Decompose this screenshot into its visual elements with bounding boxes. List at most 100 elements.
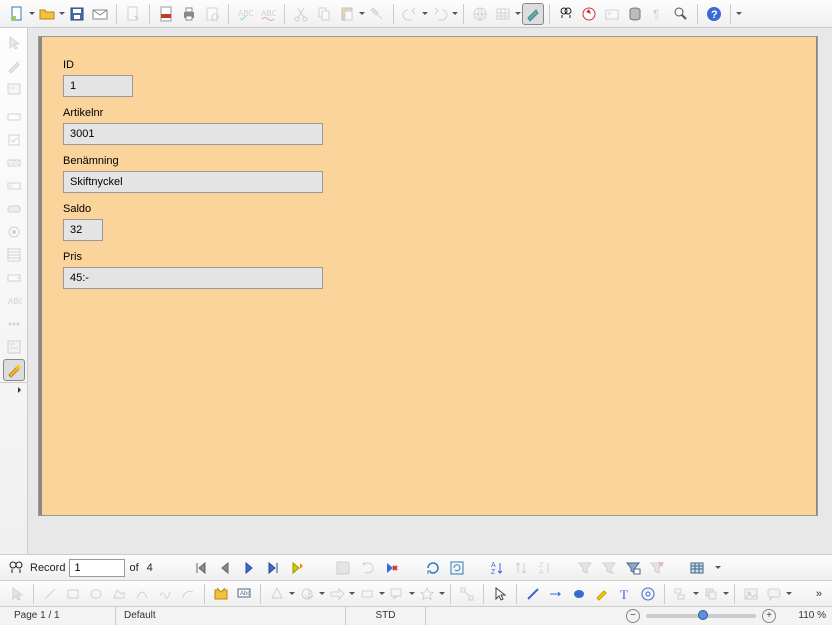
save-record-button[interactable] <box>333 558 353 578</box>
record-number-input[interactable] <box>69 559 125 577</box>
new-doc-button[interactable] <box>6 3 28 25</box>
preview-button[interactable] <box>201 3 223 25</box>
data-sources-button[interactable] <box>624 3 646 25</box>
new-record-button[interactable] <box>287 558 307 578</box>
hyperlink-button[interactable] <box>469 3 491 25</box>
side-toolbar-expand[interactable] <box>0 382 28 396</box>
record-bar-overflow[interactable] <box>715 557 721 579</box>
basic-shapes-dropdown[interactable] <box>289 583 295 605</box>
block-arrows-dropdown[interactable] <box>349 583 355 605</box>
first-record-button[interactable] <box>191 558 211 578</box>
edit-doc-button[interactable] <box>122 3 144 25</box>
label-field-tool[interactable]: ABC <box>3 290 25 312</box>
points-tool[interactable] <box>456 583 478 605</box>
table-dropdown[interactable] <box>515 3 521 25</box>
draw-line-tool[interactable] <box>39 583 61 605</box>
open-dropdown[interactable] <box>59 3 65 25</box>
combobox-tool[interactable] <box>3 267 25 289</box>
print-button[interactable] <box>178 3 200 25</box>
stars-dropdown[interactable] <box>439 583 445 605</box>
insert-image-tool[interactable] <box>740 583 762 605</box>
highlighting-tool[interactable] <box>591 583 613 605</box>
draw-text-tool[interactable] <box>210 583 232 605</box>
line-color-tool[interactable] <box>522 583 544 605</box>
label-tool[interactable] <box>3 106 25 128</box>
help-button[interactable]: ? <box>703 3 725 25</box>
sort-button[interactable] <box>511 558 531 578</box>
status-mode[interactable]: STD <box>346 607 426 625</box>
draw-arc-tool[interactable] <box>177 583 199 605</box>
status-style[interactable]: Default <box>116 607 346 625</box>
refresh-control-button[interactable] <box>447 558 467 578</box>
save-button[interactable] <box>66 3 88 25</box>
undo-button[interactable] <box>399 3 421 25</box>
arrow-style-tool[interactable] <box>545 583 567 605</box>
sort-desc-button[interactable]: ZA <box>535 558 555 578</box>
flowchart-tool[interactable] <box>356 583 378 605</box>
gallery-button[interactable] <box>601 3 623 25</box>
field-artikelnr[interactable]: 3001 <box>63 123 323 145</box>
design-mode-button[interactable] <box>522 3 544 25</box>
open-button[interactable] <box>36 3 58 25</box>
copy-button[interactable] <box>313 3 335 25</box>
pushbutton-tool[interactable] <box>3 198 25 220</box>
redo-button[interactable] <box>429 3 451 25</box>
stars-tool[interactable] <box>416 583 438 605</box>
cut-button[interactable] <box>290 3 312 25</box>
callouts-dropdown[interactable] <box>409 583 415 605</box>
zoom-button[interactable] <box>670 3 692 25</box>
form-filter-button[interactable] <box>623 558 643 578</box>
last-record-button[interactable] <box>263 558 283 578</box>
align-dropdown[interactable] <box>693 583 699 605</box>
nonprinting-button[interactable]: ¶ <box>647 3 669 25</box>
zoom-slider-track[interactable] <box>646 614 756 618</box>
spellcheck-button[interactable]: ABC <box>234 3 256 25</box>
draw-select2-tool[interactable] <box>489 583 511 605</box>
redo-dropdown[interactable] <box>452 3 458 25</box>
format-paintbrush-button[interactable] <box>366 3 388 25</box>
insert-comment-tool[interactable] <box>763 583 785 605</box>
draw-polygon-tool[interactable] <box>108 583 130 605</box>
next-record-button[interactable] <box>239 558 259 578</box>
undo-record-button[interactable] <box>357 558 377 578</box>
textbox-tool[interactable]: ABC <box>3 152 25 174</box>
field-saldo[interactable]: 32 <box>63 219 103 241</box>
remove-filter-button[interactable] <box>647 558 667 578</box>
refresh-button[interactable] <box>423 558 443 578</box>
table-button[interactable] <box>492 3 514 25</box>
new-doc-dropdown[interactable] <box>29 3 35 25</box>
arrange-tool[interactable] <box>700 583 722 605</box>
draw-ellipse-tool[interactable] <box>85 583 107 605</box>
data-source-as-table-button[interactable] <box>687 558 707 578</box>
basic-shapes-tool[interactable] <box>266 583 288 605</box>
email-button[interactable] <box>89 3 111 25</box>
find-record-icon[interactable] <box>6 558 26 578</box>
draw-select-tool[interactable] <box>6 583 28 605</box>
draw-bar-overflow[interactable]: » <box>812 588 826 600</box>
navigator-button[interactable] <box>578 3 600 25</box>
draw-curve-tool[interactable] <box>131 583 153 605</box>
wizards-tool[interactable] <box>3 359 25 381</box>
select-tool[interactable] <box>3 32 25 54</box>
draw-callout-tool[interactable]: Abc <box>233 583 255 605</box>
align-tool[interactable] <box>670 583 692 605</box>
paste-button[interactable] <box>336 3 358 25</box>
arrange-dropdown[interactable] <box>723 583 729 605</box>
autofilter-button[interactable] <box>575 558 595 578</box>
flowchart-dropdown[interactable] <box>379 583 385 605</box>
auto-spellcheck-button[interactable]: ABC <box>257 3 279 25</box>
delete-record-button[interactable] <box>381 558 401 578</box>
checkbox-tool[interactable] <box>3 129 25 151</box>
prev-record-button[interactable] <box>215 558 235 578</box>
zoom-value[interactable]: 110 % <box>782 610 826 621</box>
apply-filter-button[interactable] <box>599 558 619 578</box>
paste-dropdown[interactable] <box>359 3 365 25</box>
fontwork-tool[interactable] <box>637 583 659 605</box>
option-button-tool[interactable] <box>3 221 25 243</box>
field-benamning[interactable]: Skiftnyckel <box>63 171 323 193</box>
insert-dropdown[interactable] <box>786 583 792 605</box>
more-controls-tool[interactable] <box>3 313 25 335</box>
zoom-in-button[interactable]: + <box>762 609 776 623</box>
form-properties-tool[interactable] <box>3 336 25 358</box>
field-id[interactable]: 1 <box>63 75 133 97</box>
